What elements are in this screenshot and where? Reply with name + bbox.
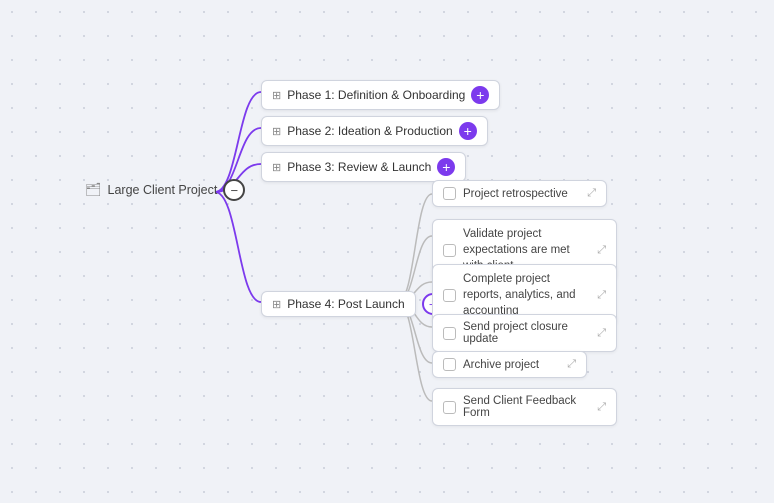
task2-expand-icon[interactable]: ⤢ [597, 244, 606, 257]
phase2-box: ⊞ Phase 2: Ideation & Production + [261, 116, 488, 146]
task3-expand-icon[interactable]: ⤢ [597, 289, 606, 302]
task4-expand-icon[interactable]: ⤢ [597, 327, 606, 340]
phase3-box: ⊞ Phase 3: Review & Launch + [261, 152, 466, 182]
task6-node[interactable]: Send Client Feedback Form ⤢ [432, 388, 617, 426]
phase2-label: Phase 2: Ideation & Production [287, 124, 452, 138]
phase1-label: Phase 1: Definition & Onboarding [287, 88, 465, 102]
phase3-label: Phase 3: Review & Launch [287, 160, 431, 174]
task4-node[interactable]: Send project closure update ⤢ [432, 314, 617, 352]
task3-checkbox[interactable] [443, 289, 456, 302]
phase1-box: ⊞ Phase 1: Definition & Onboarding + [261, 80, 500, 110]
phase4-node: ⊞ Phase 4: Post Launch − [261, 291, 444, 317]
phase3-expand-button[interactable]: + [437, 158, 455, 176]
phase2-expand-button[interactable]: + [459, 122, 477, 140]
folder-icon: 🗂 [85, 182, 102, 198]
root-node: 🗂 Large Client Project − [85, 179, 245, 201]
task5-checkbox[interactable] [443, 358, 456, 371]
task5-node[interactable]: Archive project ⤢ [432, 351, 587, 378]
root-collapse-button[interactable]: − [223, 179, 245, 201]
task1-checkbox[interactable] [443, 187, 456, 200]
phase3-node: ⊞ Phase 3: Review & Launch + [261, 152, 466, 182]
task5-label: Archive project [463, 359, 539, 371]
grid-icon-4: ⊞ [272, 298, 281, 311]
task4-label: Send project closure update [463, 321, 590, 345]
grid-icon-3: ⊞ [272, 161, 281, 174]
phase1-expand-button[interactable]: + [471, 86, 489, 104]
phase2-node: ⊞ Phase 2: Ideation & Production + [261, 116, 488, 146]
phase1-node: ⊞ Phase 1: Definition & Onboarding + [261, 80, 500, 110]
task6-checkbox[interactable] [443, 401, 456, 414]
grid-icon: ⊞ [272, 89, 281, 102]
task1-expand-icon[interactable]: ⤢ [587, 187, 596, 200]
grid-icon-2: ⊞ [272, 125, 281, 138]
task1-node[interactable]: Project retrospective ⤢ [432, 180, 607, 207]
phase4-box: ⊞ Phase 4: Post Launch [261, 291, 416, 317]
root-label: Large Client Project [108, 183, 218, 197]
task2-checkbox[interactable] [443, 244, 456, 257]
task3-label: Complete project reports, analytics, and… [463, 271, 590, 319]
phase4-label: Phase 4: Post Launch [287, 297, 404, 311]
task6-label: Send Client Feedback Form [463, 395, 590, 419]
task1-label: Project retrospective [463, 188, 568, 200]
task5-expand-icon[interactable]: ⤢ [567, 358, 576, 371]
task4-checkbox[interactable] [443, 327, 456, 340]
task6-expand-icon[interactable]: ⤢ [597, 401, 606, 414]
